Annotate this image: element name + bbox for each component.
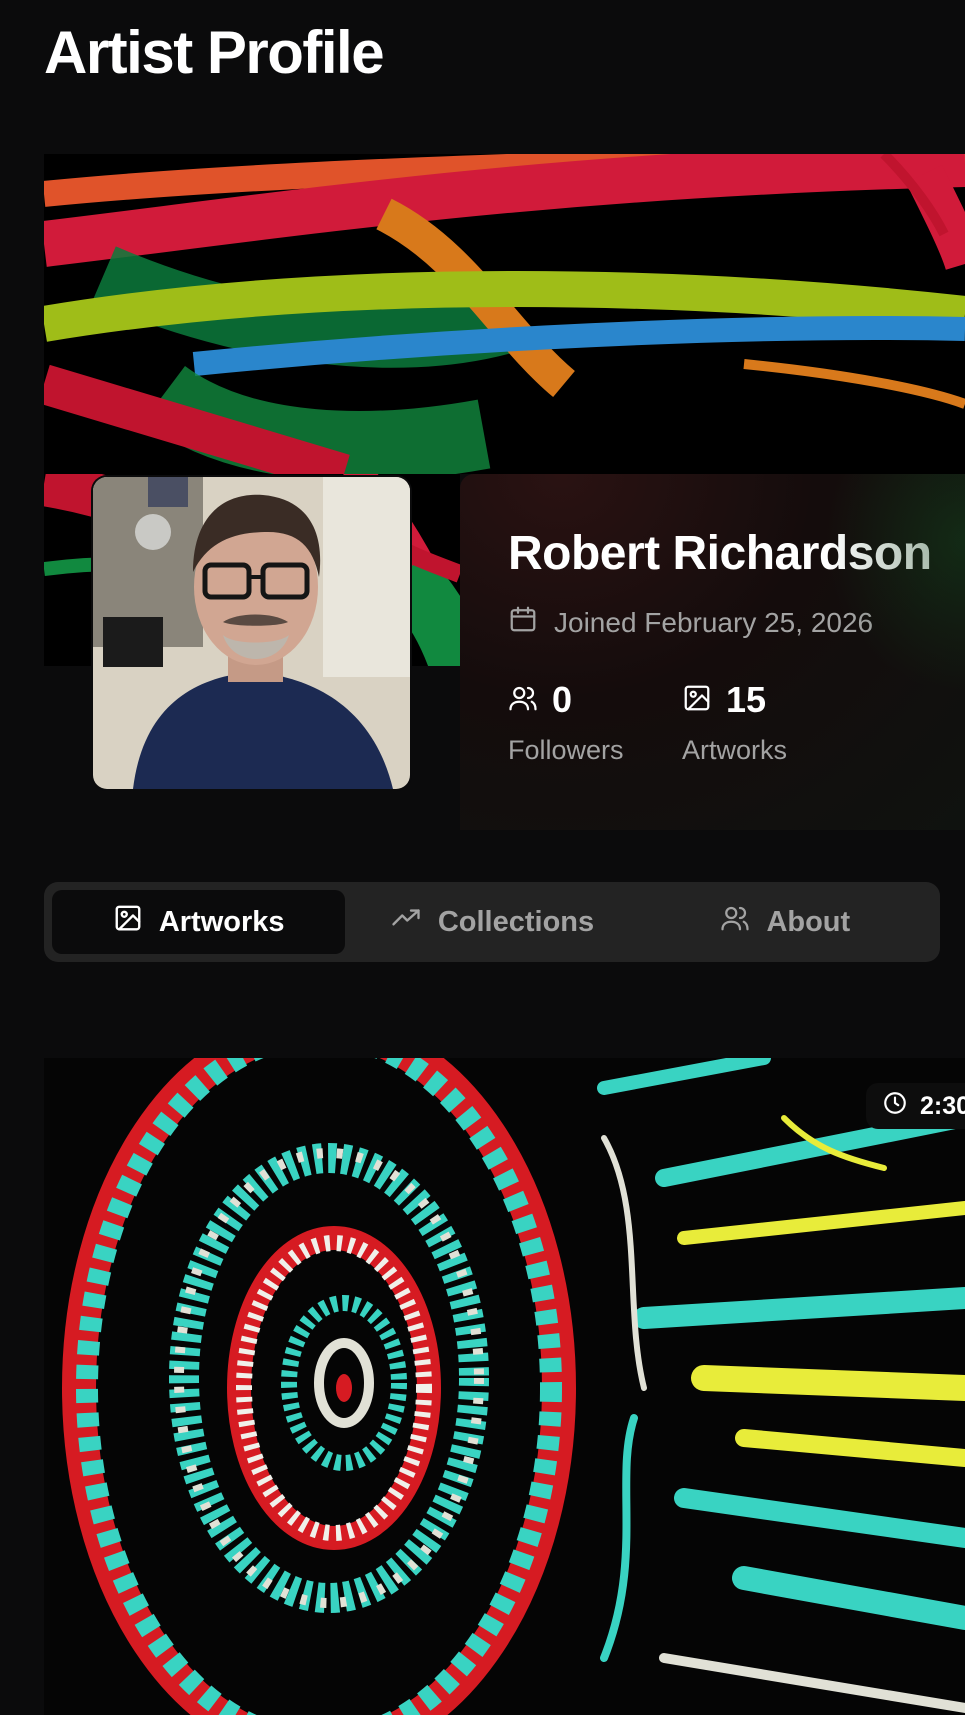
artworks-label: Artworks — [682, 735, 788, 765]
artwork-thumbnail[interactable] — [44, 1058, 965, 1715]
profile-banner-image — [44, 154, 965, 474]
clock-icon — [882, 1090, 908, 1123]
followers-stat[interactable]: 0 Followers — [508, 679, 624, 766]
image-icon — [113, 903, 143, 941]
image-icon — [682, 683, 712, 718]
duration-badge: 2:30 — [866, 1083, 965, 1129]
artworks-stat[interactable]: 15 Artworks — [682, 679, 787, 766]
trending-up-icon — [390, 903, 422, 941]
artist-avatar — [93, 477, 410, 789]
joined-date: Joined February 25, 2026 — [554, 606, 874, 638]
tab-label: Collections — [437, 905, 595, 938]
tab-label: About — [766, 905, 851, 938]
followers-label: Followers — [508, 735, 624, 765]
users-icon — [720, 903, 750, 941]
tab-label: Artworks — [158, 905, 285, 938]
profile-tabs: Artworks Collections About — [44, 882, 940, 962]
users-icon — [508, 683, 538, 718]
tab-collections[interactable]: Collections — [345, 890, 638, 954]
artworks-count: 15 — [726, 679, 767, 720]
joined-date-row: Joined February 25, 2026 — [508, 604, 873, 641]
tab-about[interactable]: About — [639, 890, 932, 954]
tab-artworks[interactable]: Artworks — [52, 890, 346, 954]
duration-text: 2:30 — [920, 1091, 965, 1120]
calendar-icon — [508, 604, 538, 641]
followers-count: 0 — [552, 679, 573, 720]
artist-name: Robert Richardson — [508, 527, 932, 580]
page-title: Artist Profile — [44, 19, 385, 86]
artist-info-card: Robert Richardson Joined February 25, 20… — [460, 474, 965, 830]
